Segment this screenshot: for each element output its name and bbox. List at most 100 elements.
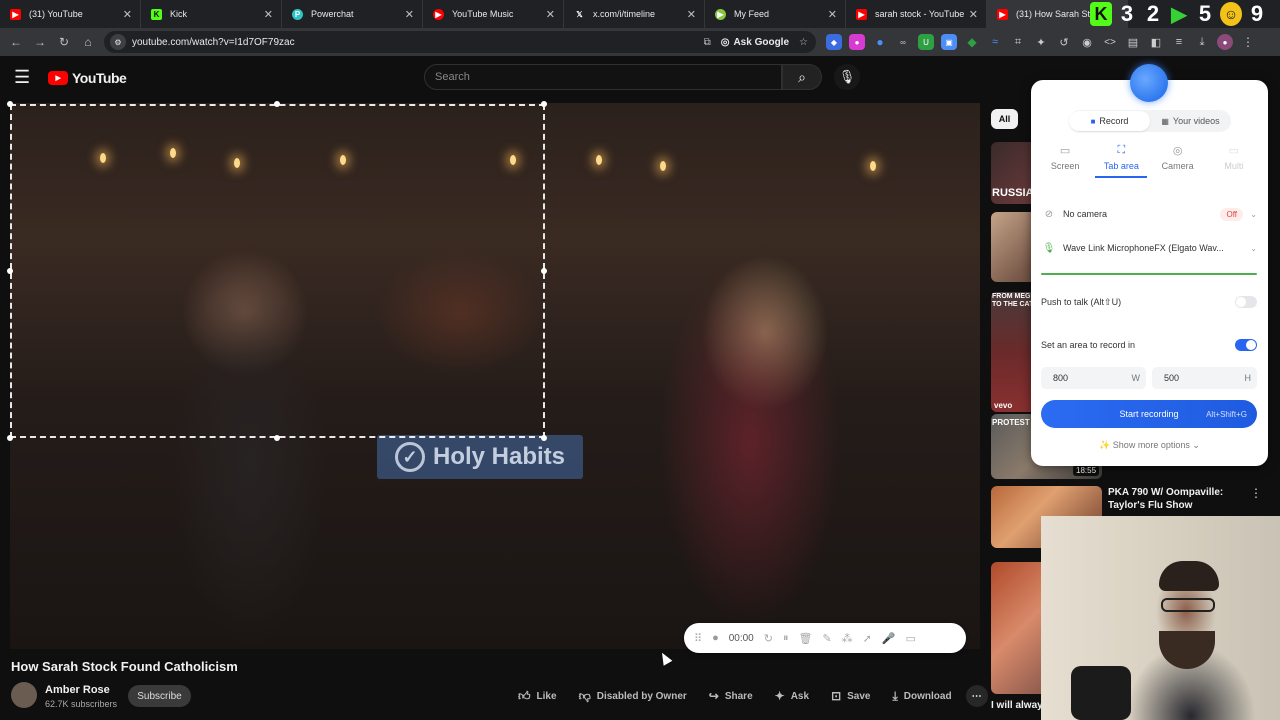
- record-area-selection[interactable]: [10, 104, 545, 438]
- close-icon[interactable]: ✕: [546, 8, 555, 21]
- browser-tab[interactable]: ▶ sarah stock - YouTube ✕: [846, 0, 987, 28]
- search-input[interactable]: Search: [424, 64, 782, 90]
- extension-color-icon[interactable]: ●: [849, 34, 865, 50]
- dislike-button[interactable]: 👎︎ Disabled by Owner: [570, 685, 695, 707]
- close-icon[interactable]: ✕: [828, 8, 837, 21]
- extension-grid-icon[interactable]: ⌗: [1010, 34, 1026, 50]
- download-button[interactable]: ⤓ Download: [884, 685, 960, 707]
- start-recording-button[interactable]: Start recording Alt+Shift+G: [1041, 400, 1257, 428]
- forward-icon[interactable]: →: [28, 30, 52, 54]
- channel-name[interactable]: Amber Rose: [45, 684, 110, 696]
- pen-icon[interactable]: ✎: [822, 632, 831, 645]
- microphone-select[interactable]: 🎙 Wave Link MicrophoneFX (Elgato Wav... …: [1041, 237, 1257, 259]
- youtube-logo[interactable]: ▶ YouTube: [48, 70, 127, 86]
- site-info-icon[interactable]: ⚙: [110, 34, 126, 50]
- extension-sidebar-icon[interactable]: ◧: [1148, 34, 1164, 50]
- back-icon[interactable]: ←: [4, 30, 28, 54]
- selection-handle[interactable]: [541, 268, 547, 274]
- browser-tab[interactable]: ▶ My Feed ✕: [705, 0, 846, 28]
- address-bar[interactable]: ⚙ youtube.com/watch?v=I1d7OF79zac ⧉ ◎ Ask…: [104, 31, 816, 53]
- browser-tab[interactable]: P Powerchat ✕: [282, 0, 423, 28]
- extension-record-icon[interactable]: ◉: [1079, 34, 1095, 50]
- share-button[interactable]: ↪ Share: [700, 685, 761, 707]
- browser-menu-icon[interactable]: ⋮: [1240, 34, 1256, 50]
- selection-handle[interactable]: [274, 435, 280, 441]
- camera-toggle-icon[interactable]: ▭: [906, 632, 916, 645]
- more-options-icon[interactable]: ⋮: [1250, 486, 1262, 500]
- close-icon[interactable]: ✕: [123, 8, 132, 21]
- tab-record[interactable]: ■ Record: [1069, 111, 1150, 131]
- reader-icon[interactable]: ▤: [1125, 34, 1141, 50]
- mode-multi[interactable]: ▭ Multi: [1208, 144, 1260, 178]
- chip-all[interactable]: All: [991, 109, 1018, 129]
- mode-camera[interactable]: ◎ Camera: [1152, 144, 1204, 178]
- push-to-talk-label: Push to talk (Alt⇧U): [1041, 296, 1122, 307]
- close-icon[interactable]: ✕: [969, 8, 978, 21]
- tab-your-videos[interactable]: ▦ Your videos: [1150, 111, 1231, 131]
- close-icon[interactable]: ✕: [687, 8, 696, 21]
- record-dot-icon[interactable]: ●: [712, 632, 719, 644]
- code-icon[interactable]: <>: [1102, 34, 1118, 50]
- set-area-toggle[interactable]: [1235, 339, 1257, 351]
- search-icon[interactable]: ⌕: [782, 64, 822, 90]
- voice-search-mic-icon[interactable]: 🎙: [834, 64, 860, 90]
- tab-search-icon[interactable]: ≡: [1171, 34, 1187, 50]
- selection-handle[interactable]: [7, 101, 13, 107]
- face-viewer-count: 9: [1250, 1, 1264, 26]
- extension-glasses-icon[interactable]: ∞: [895, 34, 911, 50]
- browser-tab[interactable]: K Kick ✕: [141, 0, 282, 28]
- start-recording-shortcut: Alt+Shift+G: [1206, 409, 1247, 419]
- channel-avatar[interactable]: [11, 682, 37, 708]
- extension-blue-dot-icon[interactable]: ●: [872, 34, 888, 50]
- video-camera-icon: ■: [1090, 116, 1096, 126]
- more-actions-icon[interactable]: ⋯: [965, 685, 988, 707]
- extension-green-icon[interactable]: ◆: [964, 34, 980, 50]
- profile-avatar[interactable]: ●: [1217, 34, 1233, 50]
- restart-icon[interactable]: ↻: [764, 632, 773, 645]
- drag-handle-icon[interactable]: ⠿: [694, 632, 702, 645]
- extension-vpn-icon[interactable]: U: [918, 34, 934, 50]
- install-icon[interactable]: ⧉: [704, 37, 711, 48]
- reload-icon[interactable]: ↻: [52, 30, 76, 54]
- selection-handle[interactable]: [7, 268, 13, 274]
- save-button[interactable]: ⊡ Save: [823, 685, 879, 707]
- history-icon[interactable]: ↺: [1056, 34, 1072, 50]
- close-icon[interactable]: ✕: [264, 8, 273, 21]
- selection-handle[interactable]: [7, 435, 13, 441]
- blur-icon[interactable]: ⁂: [842, 632, 853, 645]
- mode-tab-area[interactable]: ⛶ Tab area: [1095, 144, 1148, 178]
- hamburger-menu-icon[interactable]: ☰: [14, 68, 30, 86]
- like-button[interactable]: 👍︎ Like: [510, 685, 565, 707]
- close-icon[interactable]: ✕: [405, 8, 414, 21]
- extension-shield-icon[interactable]: ◆: [826, 34, 842, 50]
- recommendation-title[interactable]: I will alway: [991, 700, 1043, 711]
- extension-wave-icon[interactable]: ≈: [987, 34, 1003, 50]
- downloads-icon[interactable]: ⤓: [1194, 34, 1210, 50]
- browser-tab[interactable]: ▶ YouTube Music ✕: [423, 0, 564, 28]
- recorder-extension-orb-icon[interactable]: [1130, 64, 1168, 102]
- width-field[interactable]: 800 W: [1041, 367, 1146, 389]
- cursor-icon[interactable]: ➚: [863, 632, 872, 645]
- push-to-talk-toggle[interactable]: [1235, 296, 1257, 308]
- browser-tab[interactable]: ▶ (31) YouTube ✕: [0, 0, 141, 28]
- extensions-puzzle-icon[interactable]: ✦: [1033, 34, 1049, 50]
- selection-handle[interactable]: [274, 101, 280, 107]
- show-more-options-link[interactable]: ✨ Show more options ⌄: [1031, 440, 1268, 451]
- pause-icon[interactable]: ⏸: [783, 632, 789, 645]
- ask-google-button[interactable]: ◎ Ask Google: [721, 37, 789, 48]
- home-icon[interactable]: ⌂: [76, 30, 100, 54]
- subscribe-button[interactable]: Subscribe: [128, 685, 191, 707]
- recommendation-title[interactable]: PKA 790 W/ Oompaville: Taylor's Flu Show: [1108, 486, 1248, 512]
- delete-icon[interactable]: 🗑: [798, 632, 812, 645]
- ask-button[interactable]: ✦ Ask: [766, 685, 818, 707]
- microphone-icon[interactable]: 🎤: [882, 632, 896, 645]
- selection-handle[interactable]: [541, 101, 547, 107]
- browser-tab[interactable]: 𝕏x.com/i/timeline ✕: [564, 0, 705, 28]
- camera-select[interactable]: ⊘ No camera Off ⌄: [1041, 203, 1257, 225]
- bookmark-star-icon[interactable]: ☆: [799, 37, 808, 48]
- selection-handle[interactable]: [541, 435, 547, 441]
- height-field[interactable]: 500 H: [1152, 367, 1257, 389]
- extension-window-icon[interactable]: ▣: [941, 34, 957, 50]
- kick-icon: K: [151, 8, 162, 20]
- mode-screen[interactable]: ▭ Screen: [1039, 144, 1091, 178]
